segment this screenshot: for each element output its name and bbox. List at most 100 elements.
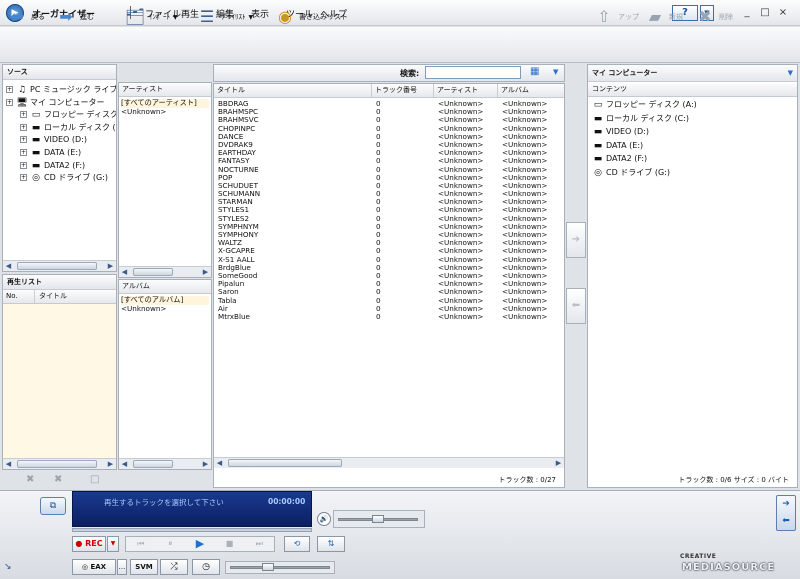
import-button[interactable]: 🗂 ｲﾝﾎﾟｰﾄ ▼ (124, 6, 178, 28)
rec-button[interactable]: ● REC (72, 536, 106, 552)
col-title[interactable]: タイトル (214, 84, 372, 97)
clear-icon[interactable]: ✖ (54, 474, 62, 485)
eax-button[interactable]: ◎ EAX (72, 559, 116, 575)
speed-button[interactable]: ◷ (192, 559, 220, 575)
scroll-thumb[interactable] (133, 460, 173, 468)
up-button[interactable]: ⇧ アップ (593, 6, 639, 28)
track-row[interactable]: STYLES2 0 <Unknown> <Unknown> (214, 215, 564, 223)
svm-button[interactable]: SVM (130, 559, 158, 575)
track-row[interactable]: SomeGood 0 <Unknown> <Unknown> (214, 272, 564, 280)
scroll-thumb[interactable] (133, 268, 173, 276)
drive-item[interactable]: ▭ フロッピー ディスク (A:) (592, 99, 797, 113)
track-row[interactable]: X-S1 AALL 0 <Unknown> <Unknown> (214, 256, 564, 264)
track-row[interactable]: Tabla 0 <Unknown> <Unknown> (214, 297, 564, 305)
scroll-left-arrow[interactable]: ◀ (214, 458, 225, 468)
col-artist[interactable]: アーティスト (434, 84, 498, 97)
track-row[interactable]: STARMAN 0 <Unknown> <Unknown> (214, 198, 564, 206)
scroll-thumb[interactable] (17, 262, 97, 270)
track-row[interactable]: SYMPHNYM 0 <Unknown> <Unknown> (214, 223, 564, 231)
scroll-right-arrow[interactable]: ▶ (105, 459, 116, 469)
expand-icon[interactable]: + (20, 161, 27, 169)
artist-header[interactable]: アーティスト (119, 83, 211, 97)
equalizer-button[interactable]: ⇅ (317, 536, 345, 552)
scroll-right-arrow[interactable]: ▶ (105, 261, 116, 271)
expand-icon[interactable]: + (6, 86, 13, 93)
track-row[interactable]: DANCE 0 <Unknown> <Unknown> (214, 133, 564, 141)
drive-item[interactable]: ▬ ローカル ディスク (C:) (592, 113, 797, 127)
scroll-left-arrow[interactable]: ◀ (119, 267, 130, 277)
source-hscrollbar[interactable]: ◀ ▶ (3, 260, 116, 271)
play-icon[interactable]: ▶ (185, 537, 215, 551)
track-row[interactable]: BrdgBlue 0 <Unknown> <Unknown> (214, 264, 564, 272)
import-dropdown-icon[interactable]: ▼ (173, 14, 178, 21)
drive-item[interactable]: ◎ CD ドライブ (G:) (592, 167, 797, 181)
col-no[interactable]: No. (3, 290, 35, 303)
track-row[interactable]: SCHUDUET 0 <Unknown> <Unknown> (214, 182, 564, 190)
source-item[interactable]: + 🖥 マイ コンピューター (6, 97, 116, 110)
next-icon[interactable]: ⏭ (244, 537, 274, 551)
speed-knob[interactable] (262, 563, 274, 571)
stop-icon[interactable]: ■ (215, 537, 245, 551)
track-row[interactable]: STYLES1 0 <Unknown> <Unknown> (214, 206, 564, 214)
track-row[interactable]: EARTHDAY 0 <Unknown> <Unknown> (214, 149, 564, 157)
search-input[interactable] (425, 66, 521, 79)
track-row[interactable]: SYMPHONY 0 <Unknown> <Unknown> (214, 231, 564, 239)
col-album[interactable]: アルバム (498, 84, 558, 97)
track-row[interactable]: Saron 0 <Unknown> <Unknown> (214, 288, 564, 296)
playlist-hscrollbar[interactable]: ◀ ▶ (3, 458, 116, 469)
album-header[interactable]: アルバム (119, 280, 211, 294)
track-row[interactable]: MtrxBlue 0 <Unknown> <Unknown> (214, 313, 564, 321)
scroll-left-arrow[interactable]: ◀ (119, 459, 130, 469)
new-button[interactable]: ▰ 新規 (644, 6, 683, 28)
track-row[interactable]: X-GCAPRE 0 <Unknown> <Unknown> (214, 247, 564, 255)
minimize-button[interactable]: _ (740, 7, 754, 19)
drive-item[interactable]: ▬ VIDEO (D:) (592, 126, 797, 140)
source-item[interactable]: + ♫PC ミュージック ライブラリ (6, 84, 116, 97)
delete-button[interactable]: ✖ 削除 (694, 6, 733, 28)
track-row[interactable]: Pipalun 0 <Unknown> <Unknown> (214, 280, 564, 288)
location-dropdown-icon[interactable]: ▼ (788, 65, 793, 81)
source-item[interactable]: + ▬ DATA (E:) (6, 147, 116, 160)
drive-item[interactable]: ▬ DATA (E:) (592, 140, 797, 154)
maximize-button[interactable]: □ (758, 7, 772, 19)
track-row[interactable]: SCHUMANN 0 <Unknown> <Unknown> (214, 190, 564, 198)
forward-button[interactable]: ➡ 進む (55, 6, 94, 28)
drive-item[interactable]: ▬ DATA2 (F:) (592, 153, 797, 167)
track-row[interactable]: FANTASY 0 <Unknown> <Unknown> (214, 157, 564, 165)
scroll-left-arrow[interactable]: ◀ (3, 459, 14, 469)
expand-icon[interactable]: + (20, 111, 27, 119)
transfer-right-button[interactable]: ➔ (566, 222, 586, 258)
track-row[interactable]: Air 0 <Unknown> <Unknown> (214, 305, 564, 313)
remove-icon[interactable]: ✖ (26, 474, 34, 485)
source-item[interactable]: + ◎ CD ドライブ (G:) (6, 172, 116, 185)
col-title[interactable]: タイトル (35, 290, 67, 303)
album-item[interactable]: <Unknown> (121, 304, 209, 314)
scroll-right-arrow[interactable]: ▶ (553, 458, 564, 468)
save-playlist-icon[interactable]: □ (90, 474, 99, 485)
seek-bar[interactable] (72, 528, 312, 532)
scroll-right-arrow[interactable]: ▶ (200, 459, 211, 469)
pause-icon[interactable]: ⏸ (156, 537, 186, 551)
artist-hscrollbar[interactable]: ◀ ▶ (119, 266, 211, 277)
source-item[interactable]: + ▬ローカル ディスク (C:) (6, 122, 116, 135)
close-button[interactable]: × (776, 7, 790, 19)
expand-icon[interactable]: + (20, 174, 27, 182)
previous-icon[interactable]: ⏮ (126, 537, 156, 551)
playlist-dropdown-icon[interactable]: ▼ (249, 14, 254, 21)
track-row[interactable]: WALTZ 0 <Unknown> <Unknown> (214, 239, 564, 247)
contents-column-header[interactable]: コンテンツ (588, 83, 797, 97)
tracks-hscrollbar[interactable]: ◀ ▶ (214, 457, 564, 468)
transfer-left-button[interactable]: ⬅ (566, 288, 586, 324)
volume-knob[interactable] (372, 515, 384, 523)
source-item[interactable]: + ▭フロッピー ディスク (A:) (6, 109, 116, 122)
view-dropdown-icon[interactable]: ▼ (553, 68, 558, 76)
track-row[interactable]: POP 0 <Unknown> <Unknown> (214, 174, 564, 182)
scroll-thumb[interactable] (17, 460, 97, 468)
eax-more-button[interactable]: ... (117, 559, 127, 575)
playlist-button[interactable]: ☰ ﾌﾟﾚｲﾘｽﾄ ▼ (196, 6, 253, 28)
expand-icon[interactable]: + (6, 98, 13, 106)
resize-grip-icon[interactable]: ↘ (4, 562, 12, 572)
mini-player-button[interactable]: ⧉ (40, 497, 66, 515)
menu-view[interactable]: 表示 (251, 7, 269, 20)
rec-dropdown-icon[interactable]: ▼ (107, 536, 119, 552)
